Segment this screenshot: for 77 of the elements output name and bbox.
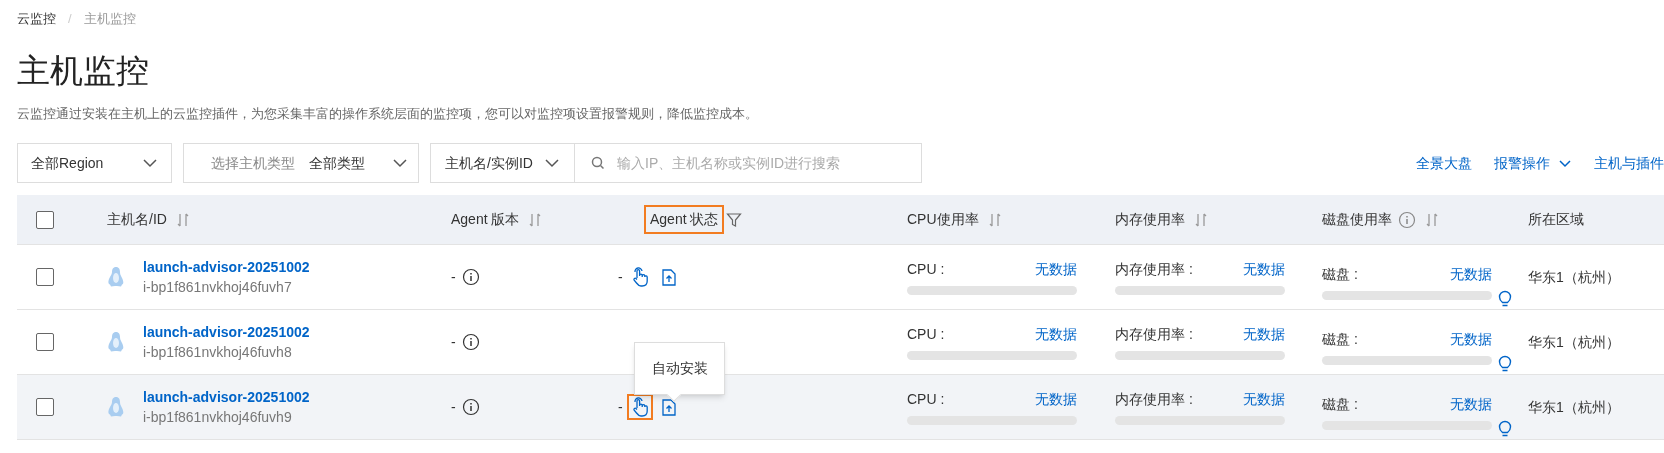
search-field[interactable]: 输入IP、主机名称或实例ID进行搜索	[575, 143, 922, 183]
metric-label: CPU :	[907, 390, 945, 409]
metric-label: 内存使用率 :	[1115, 390, 1193, 409]
metric-value-link[interactable]: 无数据	[1035, 389, 1077, 410]
breadcrumb-separator: /	[68, 10, 72, 28]
penguin-icon	[107, 331, 125, 353]
column-header: 主机名/ID	[107, 210, 167, 229]
agent-status: -	[618, 267, 623, 287]
region-text: 华东1（杭州）	[1528, 267, 1621, 287]
sort-icon	[529, 211, 542, 228]
sort-icon	[988, 211, 1001, 228]
metric-label: CPU :	[907, 325, 945, 344]
host-type-select[interactable]: 选择主机类型 全部类型	[183, 143, 419, 183]
checkbox[interactable]	[36, 333, 54, 351]
metric-label: 磁盘 :	[1322, 265, 1358, 284]
column-header: Agent 版本	[451, 210, 520, 229]
dropdown-link[interactable]: 报警操作	[1494, 152, 1572, 174]
metric-value-link[interactable]: 无数据	[1243, 389, 1285, 410]
metric-value-link[interactable]: 无数据	[1243, 324, 1285, 345]
link[interactable]: 全景大盘	[1416, 152, 1472, 174]
sort-icon	[1426, 211, 1438, 228]
host-name-link[interactable]: launch-advisor-20251002	[143, 322, 310, 342]
chevron-down-icon	[392, 158, 408, 168]
metric-value-link[interactable]: 无数据	[1450, 394, 1492, 415]
breadcrumb-item: 主机监控	[83, 10, 136, 28]
column-header: 磁盘使用率	[1322, 210, 1392, 229]
metric-value-link[interactable]: 无数据	[1450, 329, 1492, 350]
agent-version: -	[451, 397, 456, 417]
metric-label: 磁盘 :	[1322, 395, 1358, 414]
column-header: Agent 状态	[644, 205, 725, 234]
info-icon	[461, 268, 480, 286]
region-text: 华东1（杭州）	[1528, 332, 1621, 352]
chevron-down-icon	[1558, 158, 1572, 168]
column-header: 内存使用率	[1115, 210, 1185, 229]
column-header: 所在区域	[1528, 210, 1584, 229]
column-header: CPU使用率	[907, 210, 979, 229]
penguin-icon	[107, 396, 125, 418]
agent-version: -	[451, 332, 456, 352]
search-icon	[591, 156, 605, 170]
page-title: 主机监控	[16, 50, 150, 91]
metric-value-link[interactable]: 无数据	[1450, 264, 1492, 285]
region-text: 华东1（杭州）	[1528, 397, 1621, 417]
agent-version: -	[451, 267, 456, 287]
lightbulb-icon	[1498, 290, 1512, 308]
metric-value-link[interactable]: 无数据	[1243, 259, 1285, 280]
host-name-link[interactable]: launch-advisor-20251002	[143, 387, 310, 407]
metric-value-link[interactable]: 无数据	[1035, 259, 1077, 280]
metric-label: CPU :	[907, 260, 945, 279]
sort-icon	[1195, 211, 1207, 228]
metric-label: 内存使用率 :	[1115, 325, 1193, 344]
info-icon	[1398, 210, 1416, 229]
instance-id: i-bp1f861nvkhoj46fuvh9	[143, 408, 293, 427]
lightbulb-icon	[1498, 420, 1512, 438]
search-by-select[interactable]: 主机名/实例ID	[430, 143, 575, 183]
chevron-down-icon	[142, 158, 158, 168]
host-name-link[interactable]: launch-advisor-20251002	[143, 257, 310, 277]
filter-icon	[726, 211, 743, 228]
checkbox[interactable]	[36, 210, 54, 229]
instance-id: i-bp1f861nvkhoj46fuvh7	[143, 278, 293, 297]
info-icon	[461, 398, 480, 416]
lightbulb-icon	[1498, 355, 1512, 373]
sort-icon	[176, 211, 189, 228]
metric-value-link[interactable]: 无数据	[1035, 324, 1077, 345]
metric-label: 磁盘 :	[1322, 330, 1358, 349]
chevron-down-icon	[544, 158, 560, 168]
link[interactable]: 主机与插件	[1594, 152, 1664, 174]
info-icon	[461, 333, 480, 351]
breadcrumb-item[interactable]: 云监控	[17, 9, 56, 29]
metric-label: 内存使用率 :	[1115, 260, 1193, 279]
region-select[interactable]: 全部Region	[17, 143, 172, 183]
checkbox[interactable]	[36, 268, 54, 286]
agent-status: -	[618, 397, 623, 417]
page-description: 云监控通过安装在主机上的云监控插件，为您采集丰富的操作系统层面的监控项，您可以对监控项设置报警规则，降低监控成本。	[16, 104, 759, 123]
table-row[interactable]: launch-advisor-20251002 i-bp1f861nvkhoj46fuvh9 - - CPU : 无数据 内存使用率 : 无数据 磁盘 : 无数据 华东1（杭州）	[17, 375, 1664, 440]
instance-id: i-bp1f861nvkhoj46fuvh8	[143, 343, 293, 362]
penguin-icon	[107, 266, 125, 288]
checkbox[interactable]	[36, 398, 54, 416]
